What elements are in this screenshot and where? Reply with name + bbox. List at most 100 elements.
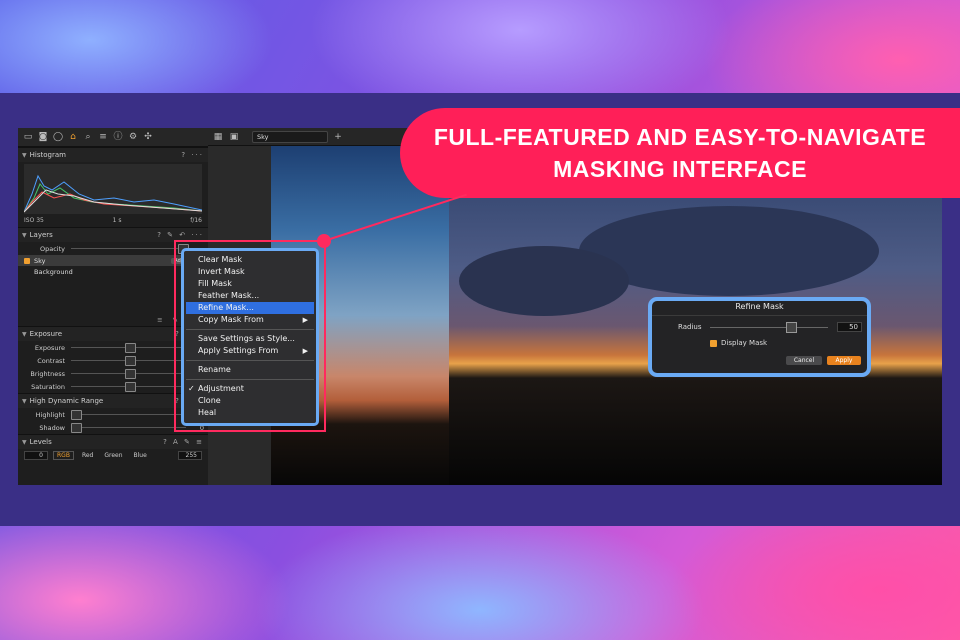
cloud-shape [459,246,629,316]
contrast-slider[interactable] [71,356,190,366]
highlight-slider[interactable] [71,410,190,420]
layer-name: Background [34,267,73,276]
shutter-value: 1 s [112,217,122,224]
levels-actions[interactable]: ? A ✎ ≡ [163,438,204,446]
display-mask-label: Display Mask [721,339,768,347]
menu-separator [186,360,314,361]
opacity-slider[interactable] [71,244,190,254]
brightness-slider[interactable] [71,369,190,379]
levels-title: Levels [29,438,52,446]
slider-knob[interactable] [124,382,136,392]
levels-max[interactable]: 255 [178,451,202,460]
slider-label: Saturation [31,382,65,391]
exposure-slider[interactable] [71,343,190,353]
tools-icon[interactable]: ✣ [142,131,154,143]
slider-label: Shadow [39,423,65,432]
menu-icon[interactable]: ≡ [157,316,162,324]
layer-select[interactable]: Sky [252,130,328,143]
slider-label: Brightness [30,369,65,378]
radius-label: Radius [678,323,702,331]
collapse-icon: ▼ [22,438,27,446]
slider-label: Exposure [34,343,65,352]
menu-item-apply-settings-from[interactable]: Apply Settings From ▶ [186,345,314,357]
menu-item-copy-mask-from[interactable]: Copy Mask From ▶ [186,314,314,326]
search-icon[interactable]: ⌕ [82,131,94,143]
headline-line-1: FULL-FEATURED AND EASY-TO-NAVIGATE [433,124,927,150]
menu-item-heal[interactable]: Heal [186,407,314,419]
submenu-arrow-icon: ▶ [302,347,308,355]
menu-item-refine-mask[interactable]: Refine Mask... [186,302,314,314]
levels-header[interactable]: ▼ Levels ? A ✎ ≡ [18,434,208,449]
saturation-slider[interactable] [71,382,190,392]
collapse-icon: ▼ [22,231,27,239]
layer-checkbox[interactable] [24,257,30,264]
histogram-header[interactable]: ▼ Histogram ? ··· [18,147,208,162]
slider-knob[interactable] [71,423,82,433]
levels-controls: 0 RGB Red Green Blue 255 [18,449,208,462]
histogram-title: Histogram [29,151,66,159]
slider-label: Highlight [35,410,65,419]
channel-green[interactable]: Green [101,452,125,459]
menu-item-adjustment[interactable]: ✓ Adjustment [186,383,314,395]
list-icon[interactable]: ≡ [97,131,109,143]
headline-line-2: MASKING INTERFACE [553,156,807,182]
menu-item-clone[interactable]: Clone [186,395,314,407]
slider-knob[interactable] [124,343,136,353]
menu-item-invert-mask[interactable]: Invert Mask [186,266,314,278]
radius-slider[interactable] [710,327,828,328]
tool-tabs: ▭ ◙ ◯ ⌂ ⌕ ≡ ⓘ ⚙ ✣ [18,128,208,147]
exposure-title: Exposure [29,330,63,338]
dialog-title: Refine Mask [735,302,784,311]
menu-separator [186,329,314,330]
shadow-slider[interactable] [71,423,186,433]
menu-item-clear-mask[interactable]: Clear Mask [186,254,314,266]
iso-value: ISO 35 [24,217,44,224]
menu-item-label: Apply Settings From [198,346,279,355]
collapse-icon: ▼ [22,151,27,159]
radius-slider-knob[interactable] [786,322,797,333]
slider-knob[interactable] [124,356,136,366]
collapse-icon: ▼ [22,397,27,405]
color-icon[interactable]: ⌂ [67,131,79,143]
slider-label: Contrast [37,356,65,365]
dialog-divider [652,315,867,316]
levels-min[interactable]: 0 [24,451,48,460]
opacity-label: Opacity [39,244,65,253]
context-menu: Clear Mask Invert Mask Fill Mask Feather… [186,254,314,419]
display-mask-checkbox[interactable] [710,340,717,347]
radius-value-field[interactable]: 50 [837,322,862,332]
submenu-arrow-icon: ▶ [302,316,308,324]
collapse-icon: ▼ [22,330,27,338]
connector-dot [317,234,331,248]
slider-knob[interactable] [124,369,136,379]
aperture-value: f/16 [190,217,202,224]
slider-knob[interactable] [71,410,82,420]
menu-item-label: Adjustment [198,384,244,393]
menu-item-fill-mask[interactable]: Fill Mask [186,278,314,290]
menu-separator [186,379,314,380]
menu-item-feather-mask[interactable]: Feather Mask... [186,290,314,302]
add-layer-icon[interactable]: + [332,131,344,143]
headline-banner: FULL-FEATURED AND EASY-TO-NAVIGATE MASKI… [400,108,960,198]
channel-blue[interactable]: Blue [131,452,150,459]
channel-red[interactable]: Red [79,452,96,459]
menu-item-label: Copy Mask From [198,315,264,324]
info-icon[interactable]: ⓘ [112,131,124,143]
histogram-actions[interactable]: ? ··· [181,151,204,159]
histogram-info: ISO 35 1 s f/16 [18,216,208,227]
channel-rgb[interactable]: RGB [53,451,74,460]
hdr-title: High Dynamic Range [29,397,104,405]
single-view-icon[interactable]: ▣ [228,131,240,143]
layers-title: Layers [29,231,53,239]
lens-icon[interactable]: ◯ [52,131,64,143]
settings-icon[interactable]: ⚙ [127,131,139,143]
histogram-graph [23,164,203,214]
folder-icon[interactable]: ▭ [22,131,34,143]
menu-item-save-settings-as-style[interactable]: Save Settings as Style... [186,333,314,345]
apply-button[interactable]: Apply [827,356,861,365]
layers-actions[interactable]: ? ✎ ↶ ··· [157,231,204,239]
menu-item-rename[interactable]: Rename [186,364,314,376]
grid-view-icon[interactable]: ▦ [212,131,224,143]
camera-icon[interactable]: ◙ [37,131,49,143]
cancel-button[interactable]: Cancel [786,356,822,365]
